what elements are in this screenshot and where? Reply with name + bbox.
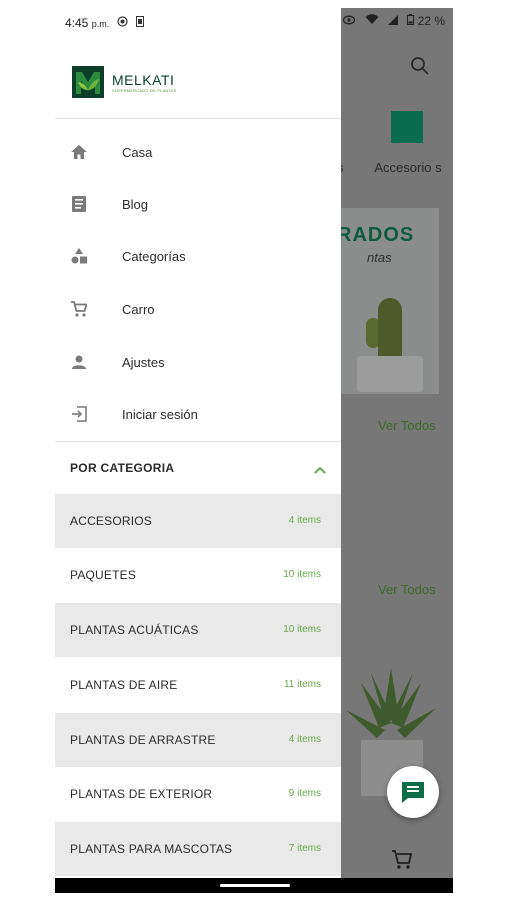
category-row-plantas-acuaticas[interactable]: PLANTAS ACUÁTICAS 10 items [55, 603, 341, 657]
category-name: ACCESORIOS [70, 514, 153, 528]
battery-icon [407, 14, 415, 28]
search-icon[interactable] [410, 56, 430, 76]
blog-icon [70, 195, 88, 213]
home-gesture-handle[interactable] [220, 884, 290, 887]
eye-icon [343, 14, 356, 28]
status-left: 4:45 p.m. [65, 16, 145, 30]
home-icon [70, 143, 88, 161]
category-name: PLANTAS DE EXTERIOR [70, 787, 213, 801]
category-count: 4 items [288, 734, 321, 745]
category-row-accesorios[interactable]: ACCESORIOS 4 items [55, 494, 341, 548]
status-right: 22 % [337, 14, 445, 28]
banner-script: ntas [367, 250, 392, 265]
category-name: PLANTAS PARA MASCOTAS [70, 842, 233, 856]
chat-fab-button[interactable] [387, 766, 439, 818]
logo-tagline: SUPERMERCADO DE PLANTAS [112, 87, 177, 93]
brand-logo: MELKATI SUPERMERCADO DE PLANTAS [69, 62, 201, 102]
login-icon [70, 405, 88, 423]
wifi-icon [365, 14, 379, 28]
signal-icon [387, 14, 398, 28]
menu-item-label: Casa [122, 144, 153, 160]
sim-icon [136, 16, 145, 30]
battery-percent: 22 % [417, 14, 445, 28]
menu-item-ajustes[interactable]: Ajustes [55, 336, 341, 388]
background-accesorios-label: Accesorio s [374, 160, 442, 175]
category-row-plantas-de-aire[interactable]: PLANTAS DE AIRE 11 items [55, 658, 341, 712]
bottom-cart-icon[interactable] [391, 848, 413, 870]
divider [55, 118, 341, 119]
category-count: 11 items [283, 679, 321, 690]
menu-item-label: Ajustes [122, 354, 165, 370]
pot-image [357, 356, 423, 392]
category-name: PLANTAS DE ARRASTRE [70, 733, 216, 747]
category-row-paquetes[interactable]: PAQUETES 10 items [55, 548, 341, 602]
logo-name: MELKATI [112, 71, 175, 88]
category-count: 10 items [283, 624, 321, 635]
promo-banner: RADOS ntas [341, 208, 439, 394]
category-name: PLANTAS ACUÁTICAS [70, 623, 199, 637]
ver-todos-link-1[interactable]: Ver Todos [378, 418, 436, 433]
navigation-drawer: 4:45 p.m. MELKATI SUPERMERCADO DE PLANTA… [55, 8, 341, 878]
banner-title: RADOS [341, 224, 415, 246]
chat-icon [402, 782, 424, 803]
category-name: PLANTAS DE AIRE [70, 678, 178, 692]
category-name: PAQUETES [70, 568, 137, 582]
status-time: 4:45 p.m. [65, 16, 110, 30]
menu-item-label: Blog [122, 196, 149, 212]
category-row-plantas-de-exterior[interactable]: PLANTAS DE EXTERIOR 9 items [55, 767, 341, 821]
category-row-plantas-de-arrastre[interactable]: PLANTAS DE ARRASTRE 4 items [55, 713, 341, 767]
chevron-up-icon[interactable] [313, 462, 327, 474]
categories-icon [70, 247, 88, 265]
menu-item-carro[interactable]: Carro [55, 283, 341, 335]
menu-item-label: Categorías [122, 248, 186, 264]
menu-item-categorias[interactable]: Categorías [55, 230, 341, 282]
category-section-header[interactable]: POR CATEGORIA [55, 442, 341, 494]
category-count: 10 items [283, 569, 321, 580]
category-count: 4 items [288, 515, 321, 526]
menu-item-casa[interactable]: Casa [55, 126, 341, 178]
menu-item-label: Iniciar sesión [122, 406, 198, 422]
system-nav-bar [55, 878, 453, 893]
category-row-plantas-para-mascotas[interactable]: PLANTAS PARA MASCOTAS 7 items [55, 822, 341, 876]
category-count: 9 items [288, 788, 321, 799]
category-count: 7 items [288, 843, 321, 854]
cart-icon [70, 300, 88, 318]
location-icon [117, 16, 128, 30]
category-section-title: POR CATEGORIA [70, 461, 175, 475]
menu-item-label: Carro [122, 301, 155, 317]
menu-item-iniciar-sesion[interactable]: Iniciar sesión [55, 388, 341, 440]
accesorios-category-icon [391, 111, 423, 143]
ver-todos-link-2[interactable]: Ver Todos [378, 582, 436, 597]
menu-item-blog[interactable]: Blog [55, 178, 341, 230]
logo-mark-icon [72, 66, 104, 98]
person-icon [70, 353, 88, 371]
cactus-image-main [378, 298, 402, 360]
phone-screen: 22 % s Accesorio s RADOS ntas Ver Todos … [55, 8, 453, 893]
